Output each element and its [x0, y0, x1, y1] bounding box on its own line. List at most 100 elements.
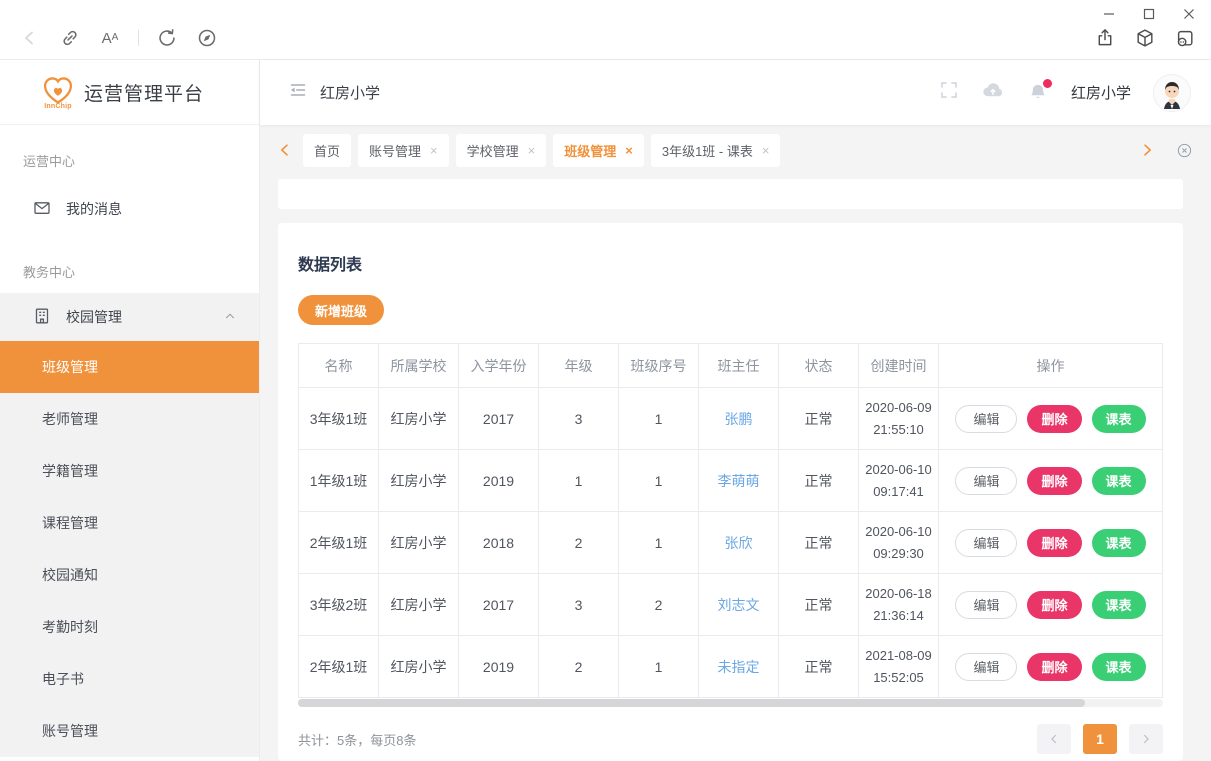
edit-button[interactable]: 编辑	[955, 405, 1017, 433]
sidebar-item-label: 校园管理	[66, 307, 122, 327]
compass-icon[interactable]	[195, 26, 219, 50]
tab-close-icon[interactable]: ×	[625, 144, 633, 157]
tab-label: 学校管理	[467, 141, 519, 160]
cell-ops: 编辑 删除 课表	[939, 512, 1163, 574]
tab-close-icon[interactable]: ×	[528, 144, 536, 157]
cell-ops: 编辑 删除 课表	[939, 574, 1163, 636]
page-number-1[interactable]: 1	[1083, 724, 1117, 754]
cell-school: 红房小学	[379, 388, 459, 450]
schedule-button[interactable]: 课表	[1092, 591, 1146, 619]
cloud-upload-icon[interactable]	[981, 78, 1005, 107]
cell-status: 正常	[779, 450, 859, 512]
tab-scroll-left-icon[interactable]	[274, 139, 296, 161]
edit-button[interactable]: 编辑	[955, 467, 1017, 495]
sidebar-item-my-messages[interactable]: 我的消息	[0, 182, 259, 236]
edit-button[interactable]: 编辑	[955, 653, 1017, 681]
cell-year: 2019	[459, 636, 539, 698]
edit-button[interactable]: 编辑	[955, 529, 1017, 557]
notification-badge	[1043, 79, 1052, 88]
pagination: 1	[1037, 724, 1163, 754]
col-grade: 年级	[539, 344, 619, 388]
platform-title: 运营管理平台	[84, 79, 204, 106]
window-controls	[1101, 6, 1197, 22]
sidebar-item-campus-mgmt[interactable]: 校园管理	[0, 293, 259, 341]
back-icon[interactable]	[18, 26, 42, 50]
cell-name: 2年级1班	[299, 636, 379, 698]
col-teacher: 班主任	[699, 344, 779, 388]
cell-year: 2017	[459, 388, 539, 450]
teacher-link[interactable]: 李萌萌	[718, 473, 760, 489]
tab-account-mgmt[interactable]: 账号管理 ×	[358, 134, 449, 167]
add-class-button[interactable]: 新增班级	[298, 295, 384, 325]
tab-close-icon[interactable]: ×	[430, 144, 438, 157]
content-area: 数据列表 新增班级 名称 所属学校 入学年份 年级	[260, 175, 1211, 761]
teacher-link[interactable]: 张鹏	[725, 411, 753, 427]
sidebar-subitem-ebook[interactable]: 电子书	[0, 653, 259, 705]
minimize-icon[interactable]	[1101, 6, 1117, 22]
delete-button[interactable]: 删除	[1027, 653, 1081, 681]
table-row: 2年级1班 红房小学 2019 2 1 未指定 正常 2021-08-09 15…	[299, 636, 1163, 698]
delete-button[interactable]: 删除	[1027, 467, 1081, 495]
sidebar-subitem-class-mgmt[interactable]: 班级管理	[0, 341, 259, 393]
cell-ops: 编辑 删除 课表	[939, 636, 1163, 698]
col-created: 创建时间	[859, 344, 939, 388]
close-icon[interactable]	[1181, 6, 1197, 22]
sidebar-subitem-campus-notice[interactable]: 校园通知	[0, 549, 259, 601]
tab-class-mgmt-active[interactable]: 班级管理 ×	[553, 134, 644, 167]
tab-scroll-right-icon[interactable]	[1136, 139, 1158, 161]
delete-button[interactable]: 删除	[1027, 591, 1081, 619]
avatar[interactable]	[1153, 74, 1191, 112]
share-icon[interactable]	[1093, 26, 1117, 50]
sidebar-subitem-student-mgmt[interactable]: 学籍管理	[0, 445, 259, 497]
next-page-icon[interactable]	[1129, 724, 1163, 754]
cell-created: 2020-06-09 21:55:10	[859, 388, 939, 450]
bell-icon[interactable]	[1027, 82, 1049, 104]
delete-button[interactable]: 删除	[1027, 405, 1081, 433]
teacher-link[interactable]: 未指定	[718, 659, 760, 675]
main-header: 红房小学	[260, 60, 1211, 125]
data-card: 数据列表 新增班级 名称 所属学校 入学年份 年级	[278, 223, 1183, 761]
session-icon[interactable]	[1173, 26, 1197, 50]
link-icon[interactable]	[58, 26, 82, 50]
tab-class-schedule[interactable]: 3年级1班 - 课表 ×	[651, 134, 781, 167]
scrollbar-thumb[interactable]	[298, 699, 1085, 707]
cell-grade: 3	[539, 574, 619, 636]
prev-page-icon[interactable]	[1037, 724, 1071, 754]
cell-teacher: 未指定	[699, 636, 779, 698]
teacher-link[interactable]: 刘志文	[718, 597, 760, 613]
sidebar-subitem-attendance[interactable]: 考勤时刻	[0, 601, 259, 653]
schedule-button[interactable]: 课表	[1092, 529, 1146, 557]
table-row: 1年级1班 红房小学 2019 1 1 李萌萌 正常 2020-06-10 09…	[299, 450, 1163, 512]
refresh-icon[interactable]	[155, 26, 179, 50]
collapse-sidebar-icon[interactable]	[288, 80, 308, 105]
table-row: 2年级1班 红房小学 2018 2 1 张欣 正常 2020-06-10 09:…	[299, 512, 1163, 574]
cell-grade: 2	[539, 636, 619, 698]
sidebar-subitem-course-mgmt[interactable]: 课程管理	[0, 497, 259, 549]
schedule-button[interactable]: 课表	[1092, 653, 1146, 681]
schedule-button[interactable]: 课表	[1092, 405, 1146, 433]
delete-button[interactable]: 删除	[1027, 529, 1081, 557]
cell-status: 正常	[779, 636, 859, 698]
tab-school-mgmt[interactable]: 学校管理 ×	[456, 134, 547, 167]
fullscreen-icon[interactable]	[939, 80, 959, 105]
teacher-link[interactable]: 张欣	[725, 535, 753, 551]
sidebar-item-label: 我的消息	[66, 199, 122, 219]
cell-seq: 2	[619, 574, 699, 636]
edit-button[interactable]: 编辑	[955, 591, 1017, 619]
close-all-tabs-icon[interactable]	[1173, 139, 1195, 161]
font-size-icon[interactable]: AA	[98, 26, 122, 50]
cell-year: 2017	[459, 574, 539, 636]
tab-label: 账号管理	[369, 141, 421, 160]
cell-teacher: 李萌萌	[699, 450, 779, 512]
tab-close-icon[interactable]: ×	[762, 144, 770, 157]
schedule-button[interactable]: 课表	[1092, 467, 1146, 495]
sidebar-subitem-teacher-mgmt[interactable]: 老师管理	[0, 393, 259, 445]
maximize-icon[interactable]	[1141, 6, 1157, 22]
cell-seq: 1	[619, 388, 699, 450]
sidebar-section-operations: 运营中心	[23, 151, 259, 170]
sidebar-subitem-account-mgmt[interactable]: 账号管理	[0, 705, 259, 757]
cell-seq: 1	[619, 512, 699, 574]
cell-created: 2020-06-10 09:29:30	[859, 512, 939, 574]
cube-icon[interactable]	[1133, 26, 1157, 50]
tab-home[interactable]: 首页	[303, 134, 351, 167]
